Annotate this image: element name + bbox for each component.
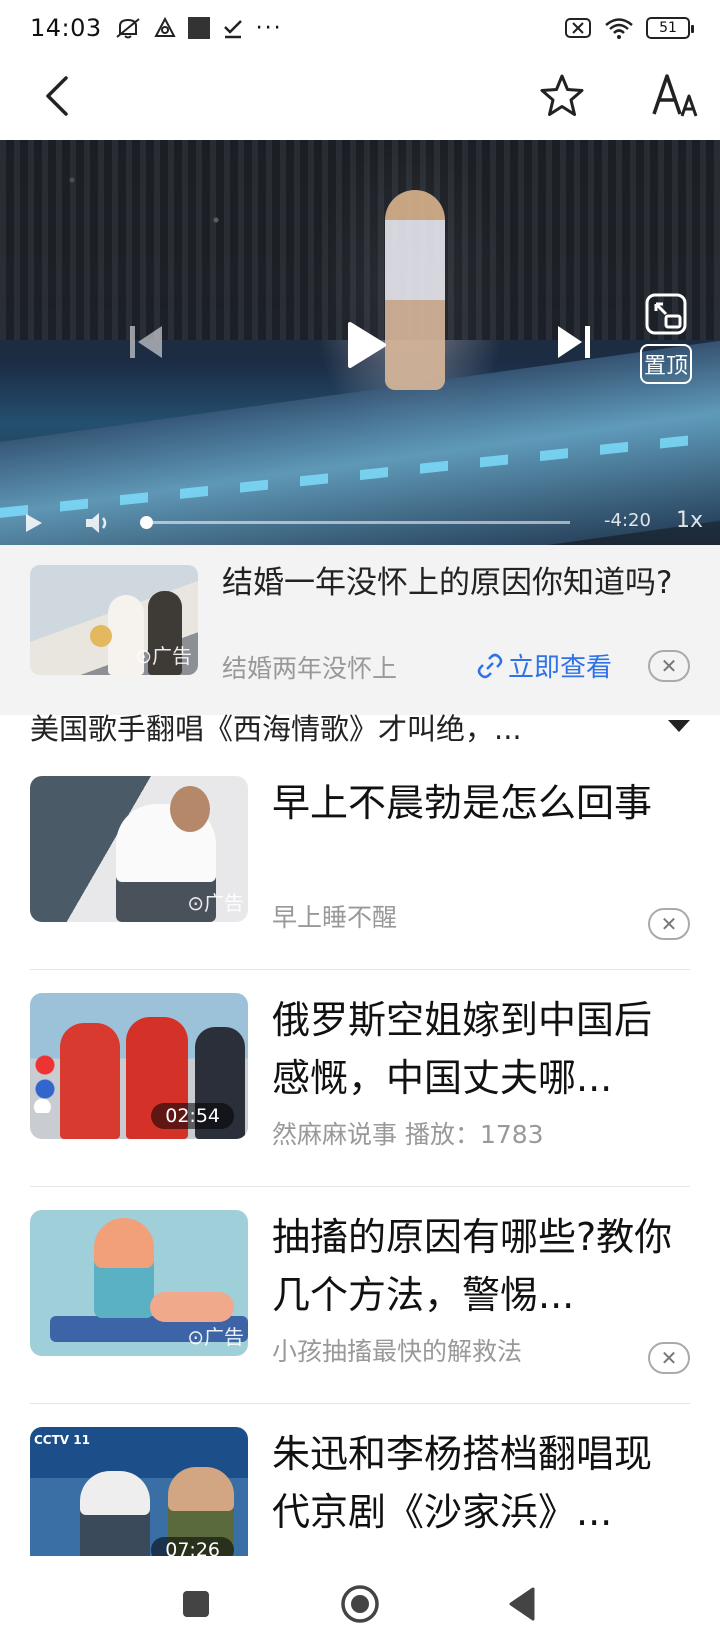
progress-knob[interactable] bbox=[140, 516, 153, 529]
feed-title[interactable]: 早上不晨勃是怎么回事 bbox=[272, 774, 682, 832]
expand-caret-icon[interactable] bbox=[668, 720, 690, 732]
thumb-figure bbox=[94, 1218, 154, 1318]
battery-icon: 51 bbox=[646, 17, 694, 39]
home-circle-icon[interactable] bbox=[338, 1582, 382, 1626]
link-icon bbox=[477, 653, 503, 678]
download-done-icon bbox=[223, 20, 242, 39]
feed-thumbnail[interactable]: 02:54 bbox=[30, 993, 248, 1139]
system-nav-bar bbox=[0, 1556, 720, 1650]
feed-item-ad[interactable]: ⊙广告 早上不晨勃是怎么回事 早上睡不醒 ✕ bbox=[30, 774, 690, 940]
previous-icon[interactable] bbox=[124, 320, 168, 364]
ad-mark: ⊙广告 bbox=[135, 644, 192, 668]
thumb-balloons bbox=[32, 1053, 58, 1113]
ad-mark-text: 广告 bbox=[204, 891, 244, 915]
feed-meta: 早上睡不醒 bbox=[272, 903, 398, 932]
video-title: 美国歌手翻唱《西海情歌》才叫绝，... bbox=[30, 712, 522, 746]
feed-meta: 小孩抽搐最快的解救法 bbox=[272, 1337, 523, 1366]
feed-title[interactable]: 抽搐的原因有哪些?教你几个方法，警惕... bbox=[272, 1208, 682, 1324]
ad-mark: ⊙广告 bbox=[187, 1325, 244, 1349]
video-player[interactable]: 置顶 -4:20 1x bbox=[0, 140, 720, 545]
back-button[interactable] bbox=[40, 74, 80, 118]
feed-item-ad[interactable]: ⊙广告 抽搐的原因有哪些?教你几个方法，警惕... 小孩抽搐最快的解救法 ✕ bbox=[30, 1208, 690, 1374]
more-notifications: ··· bbox=[255, 15, 283, 41]
divider bbox=[30, 1186, 690, 1187]
feed-title[interactable]: 朱迅和李杨搭档翻唱现代京剧《沙家浜》... bbox=[272, 1425, 682, 1541]
ad-close-button[interactable]: ✕ bbox=[648, 650, 690, 682]
view-now-label: 立即查看 bbox=[508, 653, 613, 683]
ad-mark-text: 广告 bbox=[152, 644, 192, 668]
small-play-icon[interactable] bbox=[24, 512, 44, 534]
video-control-bar: -4:20 1x bbox=[0, 500, 720, 545]
volume-icon[interactable] bbox=[84, 510, 112, 536]
ad-thumbnail[interactable]: ⊙广告 bbox=[30, 565, 198, 675]
feed-close-button[interactable]: ✕ bbox=[648, 1342, 690, 1374]
feed-close-button[interactable]: ✕ bbox=[648, 908, 690, 940]
ad-subtitle: 结婚两年没怀上 bbox=[222, 654, 398, 683]
status-bar: 14:03 ··· 51 bbox=[0, 0, 720, 56]
feed-thumbnail[interactable]: ⊙广告 bbox=[30, 1210, 248, 1356]
data-saver-icon bbox=[154, 17, 176, 37]
video-frame-performer bbox=[385, 190, 445, 390]
sim-off-icon bbox=[565, 18, 591, 38]
next-icon[interactable] bbox=[552, 320, 596, 364]
favorite-star-icon[interactable] bbox=[538, 72, 586, 120]
view-now-link[interactable]: 立即查看 bbox=[476, 647, 612, 684]
duration-badge: 02:54 bbox=[151, 1103, 234, 1129]
battery-level: 51 bbox=[659, 20, 677, 36]
ad-mark: ⊙广告 bbox=[187, 891, 244, 915]
pin-to-top-button[interactable]: 置顶 bbox=[640, 292, 692, 392]
thumb-figure bbox=[150, 1292, 234, 1322]
notification-square-icon bbox=[187, 17, 210, 39]
pin-label: 置顶 bbox=[640, 344, 692, 384]
recents-square-icon[interactable] bbox=[174, 1582, 218, 1626]
mute-icon bbox=[116, 18, 140, 39]
feed-thumbnail[interactable]: CCTV 11 07:26 bbox=[30, 1427, 248, 1573]
divider bbox=[30, 1403, 690, 1404]
feed-item-video[interactable]: 02:54 俄罗斯空姐嫁到中国后感慨，中国丈夫哪... 然麻麻说事 播放：178… bbox=[30, 993, 690, 1153]
ad-thumb-bouquet bbox=[90, 625, 112, 647]
thumb-figure bbox=[60, 1023, 120, 1139]
play-icon[interactable] bbox=[340, 320, 390, 370]
wifi-icon bbox=[605, 18, 633, 39]
ad-mark-text: 广告 bbox=[204, 1325, 244, 1349]
feed-title[interactable]: 俄罗斯空姐嫁到中国后感慨，中国丈夫哪... bbox=[272, 991, 682, 1107]
ad-title[interactable]: 结婚一年没怀上的原因你知道吗? bbox=[222, 561, 692, 605]
time-remaining: -4:20 bbox=[604, 510, 651, 531]
feed-meta: 然麻麻说事 播放：1783 bbox=[272, 1120, 544, 1149]
playback-speed-button[interactable]: 1x bbox=[676, 508, 703, 533]
back-triangle-icon[interactable] bbox=[500, 1582, 544, 1626]
status-time: 14:03 bbox=[30, 14, 102, 42]
thumb-figure-head bbox=[170, 786, 210, 832]
video-progress-bar[interactable] bbox=[140, 516, 570, 529]
video-title-row[interactable]: 美国歌手翻唱《西海情歌》才叫绝，... bbox=[30, 706, 690, 748]
font-size-icon[interactable] bbox=[650, 70, 700, 120]
channel-logo: CCTV 11 bbox=[34, 1433, 90, 1447]
ad-banner[interactable]: ⊙广告 结婚一年没怀上的原因你知道吗? 结婚两年没怀上 立即查看 ✕ bbox=[0, 545, 720, 715]
top-nav bbox=[0, 56, 720, 140]
feed-thumbnail[interactable]: ⊙广告 bbox=[30, 776, 248, 922]
divider bbox=[30, 969, 690, 970]
video-frame-crowd bbox=[0, 140, 720, 340]
pip-icon bbox=[645, 293, 687, 335]
